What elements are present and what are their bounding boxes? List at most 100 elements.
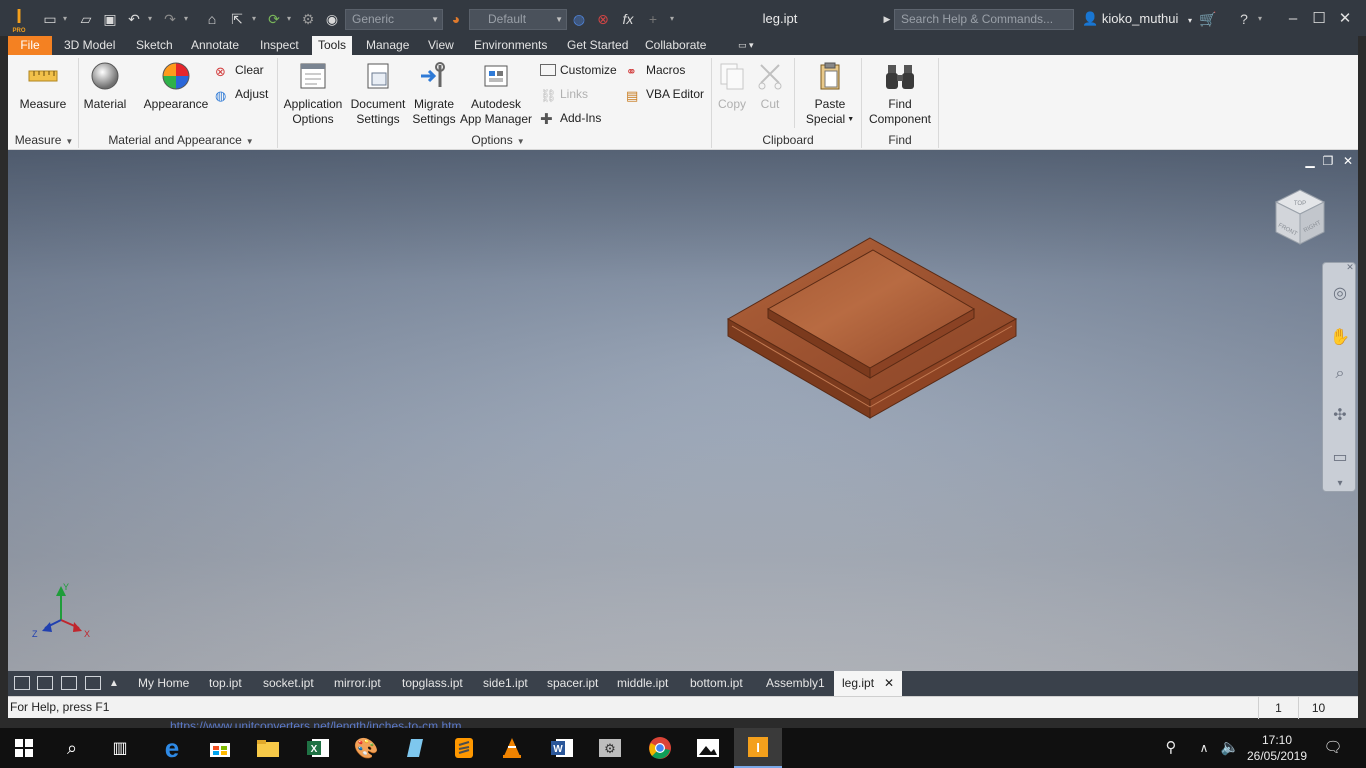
- notepad-icon[interactable]: [390, 728, 438, 768]
- find-component-button[interactable]: Find Component: [866, 61, 934, 127]
- volume-icon[interactable]: 🔈: [1218, 728, 1242, 768]
- color-wheel-icon[interactable]: ◕: [447, 9, 465, 29]
- doc-tab-spacer[interactable]: spacer.ipt: [539, 671, 606, 696]
- doc-tab-mirror[interactable]: mirror.ipt: [326, 671, 389, 696]
- taskbar-clock[interactable]: 17:10 26/05/2019: [1246, 732, 1308, 764]
- look-at-icon[interactable]: ▭: [1329, 447, 1351, 469]
- tab-inspect[interactable]: Inspect: [254, 36, 305, 55]
- copy-button[interactable]: Copy: [714, 61, 750, 112]
- material-combo[interactable]: Generic ▼: [345, 9, 443, 30]
- document-settings-button[interactable]: Document Settings: [348, 61, 408, 127]
- doc-tab-top[interactable]: top.ipt: [201, 671, 250, 696]
- navbar-customize-icon[interactable]: ▾: [1329, 473, 1351, 495]
- people-icon[interactable]: ⚲: [1160, 728, 1182, 768]
- help-icon[interactable]: ?: [1234, 9, 1254, 29]
- help-search-input[interactable]: Search Help & Commands...: [894, 9, 1074, 30]
- document-list-arrow-icon[interactable]: ▲: [109, 671, 125, 696]
- viewcube-top-label[interactable]: TOP: [1294, 201, 1306, 207]
- zoom-icon[interactable]: ⌕: [1329, 363, 1351, 385]
- tab-environments[interactable]: Environments: [468, 36, 553, 55]
- leg-part-model[interactable]: [8, 150, 1358, 671]
- search-expand-icon[interactable]: ▶: [882, 9, 892, 29]
- pan-hand-icon[interactable]: ✋: [1329, 327, 1351, 349]
- update-icon[interactable]: ⟳: [263, 9, 285, 29]
- adjust-appearance-button[interactable]: ◍ Adjust: [215, 86, 268, 103]
- undo-dropdown-icon[interactable]: ▾: [145, 9, 155, 29]
- excel-icon[interactable]: X: [294, 728, 342, 768]
- store-icon[interactable]: [196, 728, 244, 768]
- doc-tab-close-icon[interactable]: ✕: [884, 671, 894, 696]
- links-button[interactable]: ⛓ Links: [540, 86, 588, 103]
- customize-button[interactable]: Customize: [540, 62, 617, 78]
- edge-icon[interactable]: e: [148, 728, 196, 768]
- new-dropdown-icon[interactable]: ▾: [60, 9, 70, 29]
- doc-tab-socket[interactable]: socket.ipt: [255, 671, 322, 696]
- vba-editor-button[interactable]: ▤ VBA Editor: [626, 86, 704, 103]
- tile-vertical-icon[interactable]: [85, 676, 101, 690]
- doc-tab-side1[interactable]: side1.ipt: [475, 671, 536, 696]
- tile-cascade-icon[interactable]: [14, 676, 30, 690]
- doc-tab-bottom[interactable]: bottom.ipt: [682, 671, 751, 696]
- tab-manage[interactable]: Manage: [360, 36, 415, 55]
- tab-get-started[interactable]: Get Started: [561, 36, 634, 55]
- orbit-icon[interactable]: ✣: [1329, 405, 1351, 427]
- tab-sketch[interactable]: Sketch: [130, 36, 179, 55]
- photos-icon[interactable]: [684, 728, 732, 768]
- vlc-icon[interactable]: [488, 728, 536, 768]
- measure-button[interactable]: Measure: [14, 61, 72, 112]
- notifications-icon[interactable]: 🗨: [1320, 728, 1346, 768]
- appearance-button[interactable]: Appearance: [142, 61, 210, 112]
- migrate-settings-button[interactable]: Migrate Settings: [410, 61, 458, 127]
- cut-button[interactable]: Cut: [754, 61, 786, 112]
- taskbar-search-icon[interactable]: ⌕: [48, 728, 96, 768]
- doc-tab-assembly1[interactable]: Assembly1: [758, 671, 833, 696]
- file-explorer-icon[interactable]: [244, 728, 292, 768]
- clear-appearance-button[interactable]: ⊗ Clear: [215, 62, 264, 79]
- tab-collaborate[interactable]: Collaborate: [639, 36, 712, 55]
- graphics-viewport[interactable]: ▁ ❐ ✕ TOP FRONT RIGHT ✕ ◎ ✋ ⌕ ✣ ▭ ▾ Y X …: [8, 150, 1358, 671]
- maximize-button[interactable]: ☐: [1306, 6, 1332, 32]
- start-button[interactable]: [0, 728, 48, 768]
- home-icon[interactable]: ⌂: [202, 9, 222, 29]
- material-button[interactable]: Material: [82, 61, 128, 112]
- update-dropdown-icon[interactable]: ▾: [284, 9, 294, 29]
- tab-file[interactable]: File: [8, 36, 52, 55]
- panel-label-measure[interactable]: Measure ▼: [12, 132, 76, 150]
- undo-icon[interactable]: ↶: [124, 9, 144, 29]
- tab-view[interactable]: View: [422, 36, 460, 55]
- ribbon-options-icon[interactable]: ▭ ▾: [732, 36, 760, 55]
- doc-tab-middle[interactable]: middle.ipt: [609, 671, 676, 696]
- adjust-appearance-icon[interactable]: ◍: [570, 9, 588, 29]
- close-button[interactable]: ✕: [1332, 6, 1358, 32]
- macros-button[interactable]: ⚭ Macros: [626, 62, 685, 79]
- app-manager-button[interactable]: Autodesk App Manager: [458, 61, 534, 127]
- customize-qat-icon[interactable]: ▾: [666, 9, 678, 29]
- doc-tab-my-home[interactable]: My Home: [130, 671, 197, 696]
- add-ins-button[interactable]: ✚ Add-Ins: [540, 110, 601, 127]
- panel-label-material-appearance[interactable]: Material and Appearance ▼: [88, 132, 274, 150]
- open-icon[interactable]: ▱: [76, 9, 96, 29]
- minimize-button[interactable]: –: [1280, 6, 1306, 32]
- sublime-text-icon[interactable]: [440, 728, 488, 768]
- steering-wheel-icon[interactable]: ◎: [1329, 283, 1351, 305]
- appearance-combo[interactable]: Default ▼: [469, 9, 567, 30]
- tile-horizontal-icon[interactable]: [61, 676, 77, 690]
- chrome-icon[interactable]: [636, 728, 684, 768]
- material-browser-icon[interactable]: ◉: [322, 9, 342, 29]
- select-icon[interactable]: ⚙: [298, 9, 318, 29]
- tab-3d-model[interactable]: 3D Model: [58, 36, 121, 55]
- word-icon[interactable]: W: [538, 728, 586, 768]
- paint-icon[interactable]: 🎨: [342, 728, 390, 768]
- panel-label-options[interactable]: Options ▼: [438, 132, 558, 150]
- doc-tab-leg[interactable]: leg.ipt ✕: [834, 671, 902, 696]
- clear-appearance-icon[interactable]: ⊗: [594, 9, 612, 29]
- return-icon[interactable]: ⇱: [226, 9, 248, 29]
- application-options-button[interactable]: Application Options: [281, 61, 345, 127]
- return-dropdown-icon[interactable]: ▾: [249, 9, 259, 29]
- navbar-close-icon[interactable]: ✕: [1345, 262, 1355, 272]
- inventor-logo-icon[interactable]: I PRO: [8, 6, 30, 34]
- viewcube[interactable]: TOP FRONT RIGHT: [1270, 186, 1330, 250]
- save-icon[interactable]: ▣: [100, 9, 120, 29]
- tab-annotate[interactable]: Annotate: [185, 36, 245, 55]
- tile-grid-icon[interactable]: [37, 676, 53, 690]
